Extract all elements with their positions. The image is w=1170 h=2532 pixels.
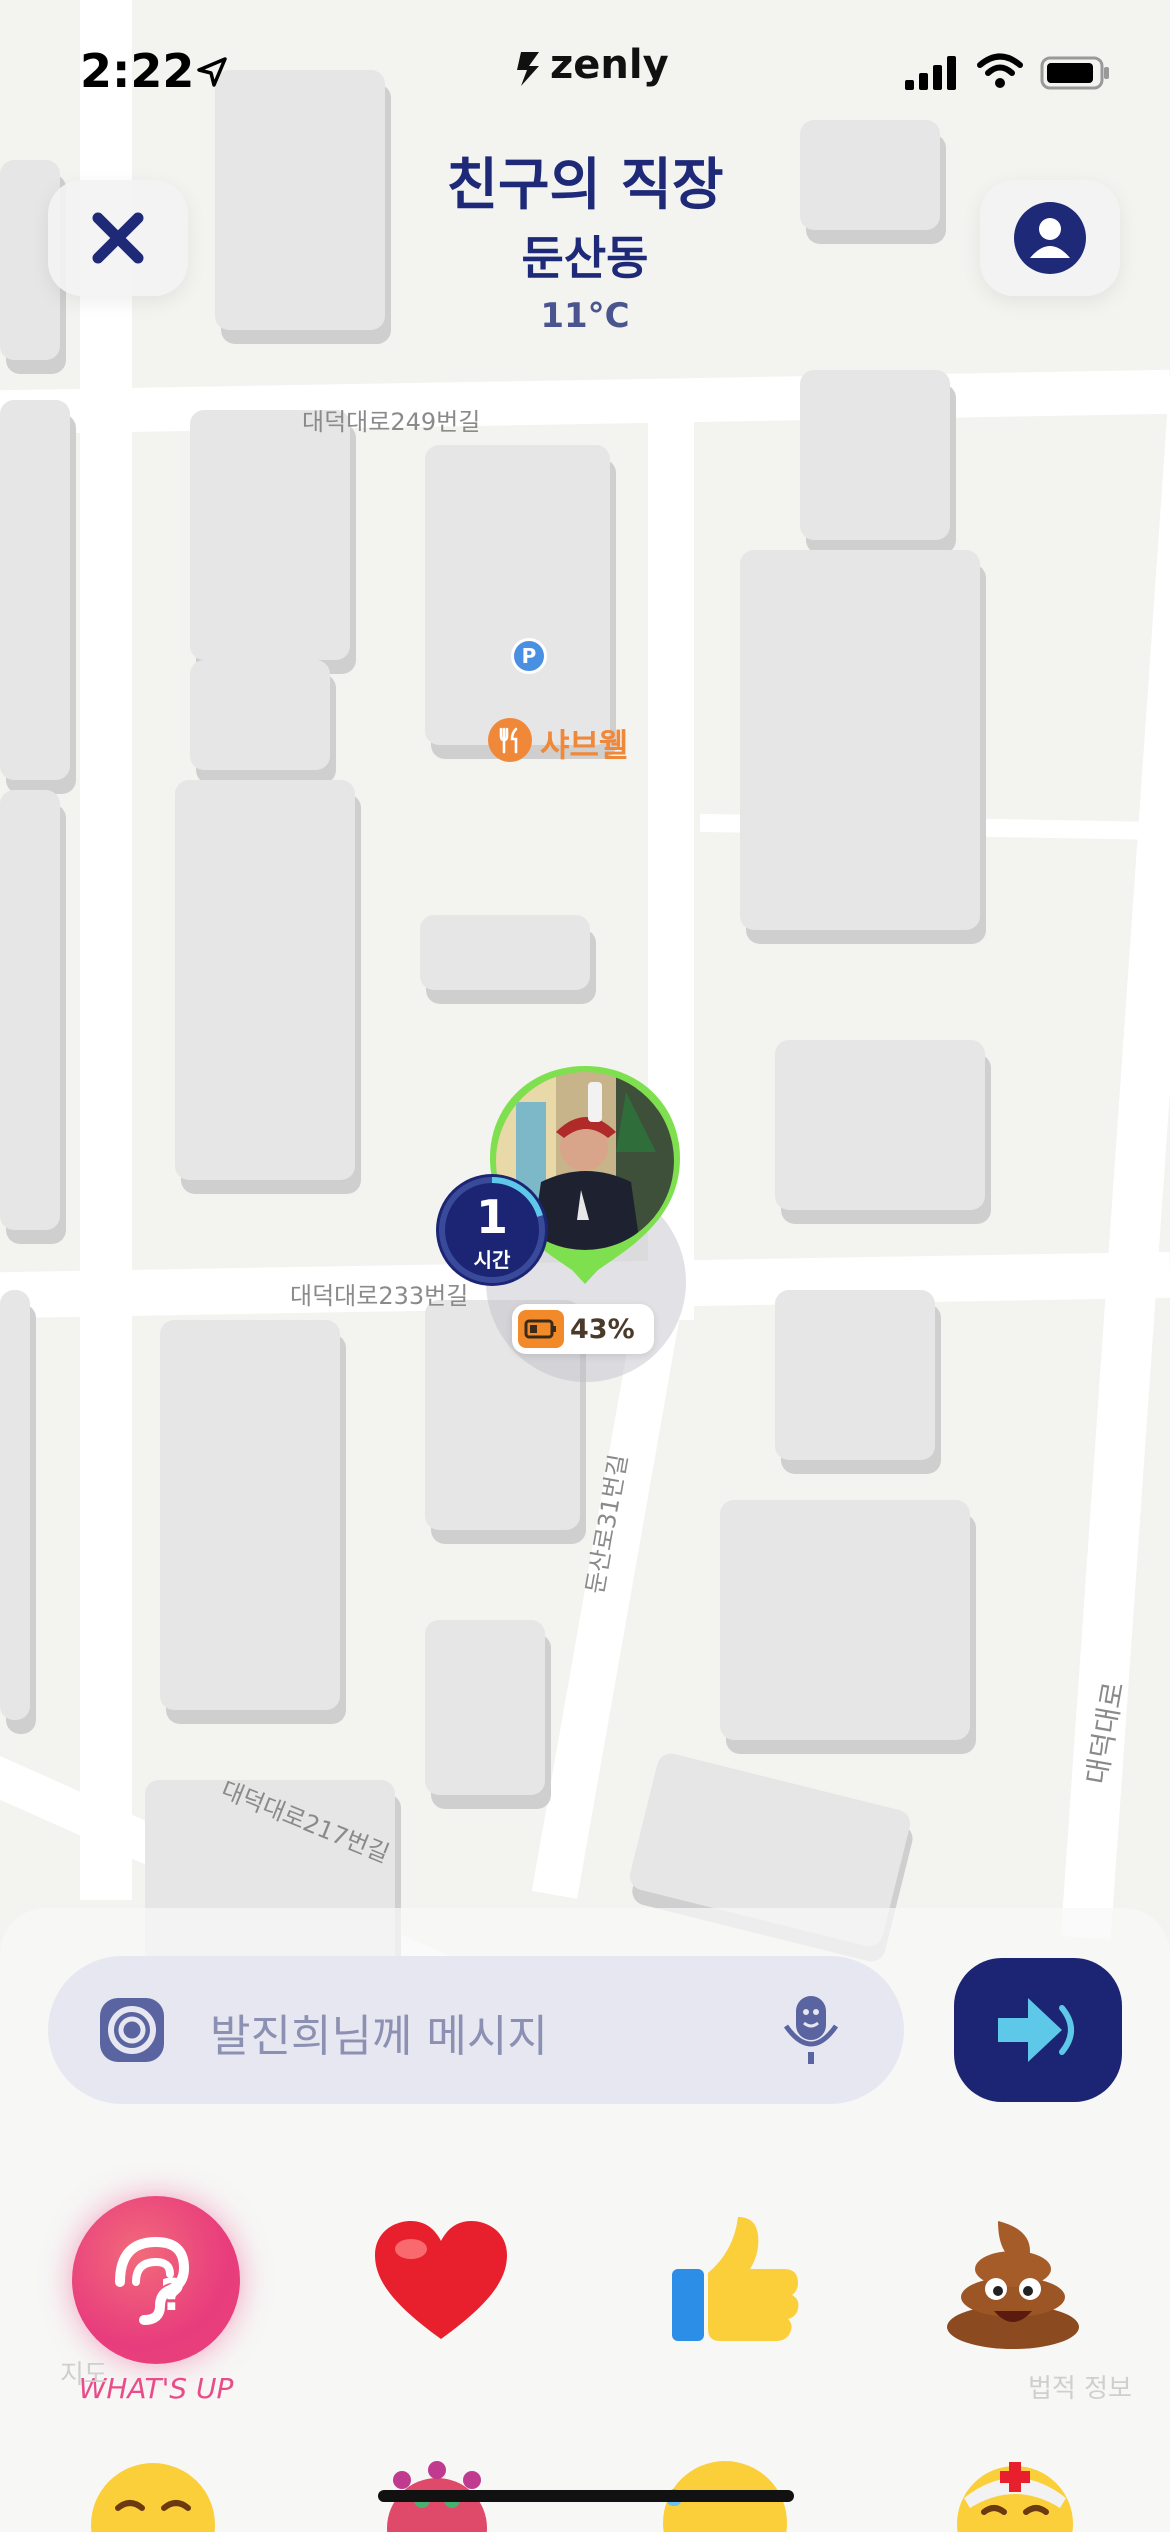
road-label: 대덕대로249번길 — [302, 408, 481, 436]
cellular-signal-icon — [905, 56, 956, 90]
building — [775, 1040, 985, 1210]
send-button[interactable] — [954, 1958, 1122, 2102]
home-indicator[interactable] — [378, 2490, 794, 2502]
page-subtitle: 둔산동 — [521, 231, 649, 285]
profile-button[interactable] — [980, 180, 1120, 296]
building — [800, 370, 950, 540]
building — [425, 445, 610, 745]
building — [775, 1290, 935, 1460]
camera-icon[interactable] — [96, 1994, 168, 2066]
building — [160, 1320, 340, 1710]
road — [0, 369, 1170, 435]
microphone-icon[interactable] — [776, 1990, 846, 2070]
building — [0, 790, 60, 1230]
building — [720, 1500, 970, 1740]
ear-question-icon: ? — [115, 2236, 190, 2325]
poop-reaction[interactable] — [928, 2196, 1098, 2366]
building — [425, 1620, 545, 1795]
building — [175, 780, 355, 1180]
fork-knife-icon — [488, 718, 532, 762]
legal-info-link[interactable]: 법적 정보 — [1028, 2368, 1132, 2405]
send-arrow-icon — [998, 1998, 1074, 2062]
close-button[interactable] — [48, 180, 188, 296]
svg-text:?: ? — [160, 2270, 186, 2321]
message-placeholder: 발진희님께 메시지 — [210, 2011, 548, 2062]
wifi-icon — [977, 53, 1023, 88]
battery-badge: 43% — [512, 1304, 654, 1354]
page-title: 친구의 직장 — [446, 153, 724, 218]
map-attribution: 지도 — [60, 2360, 108, 2390]
duration-value: 1 — [475, 1190, 508, 1244]
duration-unit: 시간 — [473, 1248, 511, 1272]
relieved-face-icon[interactable] — [88, 2460, 218, 2532]
temperature: 11°C — [540, 296, 630, 336]
heart-icon — [375, 2221, 507, 2339]
building — [740, 550, 980, 930]
poop-icon — [947, 2221, 1079, 2349]
battery-low-icon — [518, 1310, 564, 1348]
building — [190, 410, 350, 660]
building — [190, 660, 330, 770]
thumbs-up-icon — [672, 2217, 799, 2341]
duration-badge: 1 시간 — [436, 1174, 548, 1286]
battery-percent: 43% — [570, 1314, 635, 1345]
health-worker-face-icon[interactable] — [950, 2454, 1080, 2532]
profile-icon — [1014, 202, 1086, 274]
poi-name: 샤브웰 — [540, 726, 629, 764]
parking-label: P — [521, 644, 537, 668]
clock: 2:22 — [80, 44, 195, 98]
parking-marker[interactable]: P — [511, 638, 547, 674]
location-arrow-icon — [197, 57, 227, 87]
building — [0, 1290, 30, 1720]
status-bar: 2:22 zenly — [0, 0, 1170, 140]
whats-up-button[interactable]: ? — [72, 2196, 240, 2364]
heart-reaction[interactable] — [356, 2196, 526, 2366]
building — [0, 400, 70, 780]
building — [420, 915, 590, 990]
close-icon — [92, 212, 144, 264]
thumbs-up-reaction[interactable] — [648, 2196, 818, 2366]
brand-name: zenly — [550, 42, 669, 88]
zenly-logo-icon — [517, 52, 539, 86]
battery-icon — [1040, 56, 1109, 90]
